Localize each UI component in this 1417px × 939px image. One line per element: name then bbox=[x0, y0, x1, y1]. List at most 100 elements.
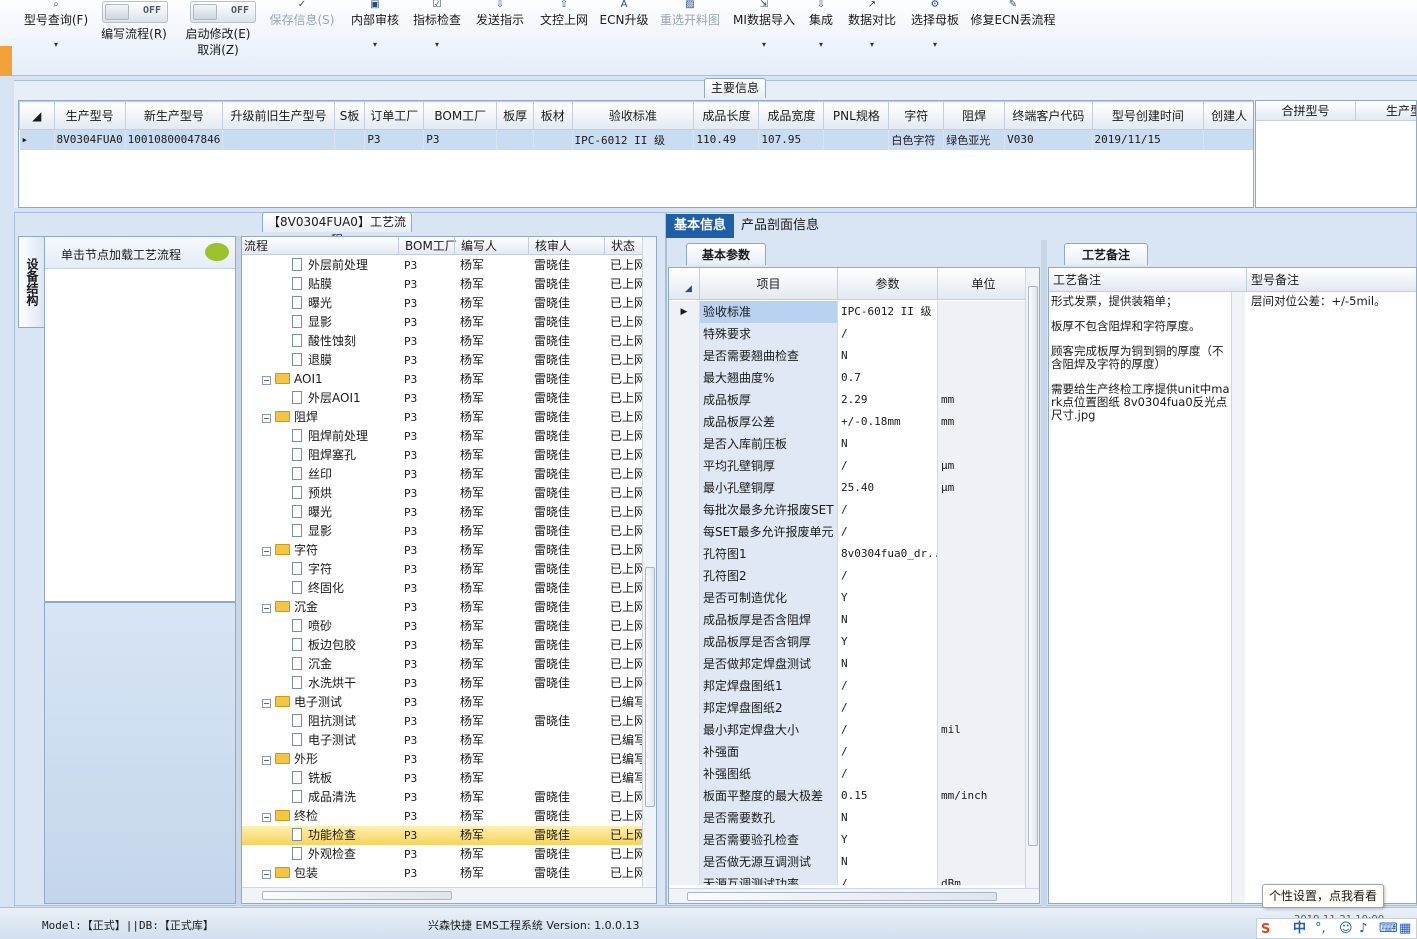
params-vertical-scrollbar[interactable] bbox=[1025, 268, 1039, 888]
table-cell[interactable]: IPC-6012 II 级 bbox=[572, 129, 695, 150]
doc-online-button[interactable]: ⇧ 文控上网 bbox=[536, 0, 592, 74]
param-row[interactable]: 特殊要求 / bbox=[669, 323, 1029, 345]
param-row[interactable]: 是否做无源互调测试 N bbox=[669, 851, 1029, 873]
column-header[interactable]: BOM工厂 bbox=[423, 101, 498, 130]
process-note-text[interactable]: 形式发票，提供装箱单； 板厚不包含阻焊和字符厚度。 顾客完成板厚为铜到铜的厚度（… bbox=[1051, 295, 1231, 422]
param-value[interactable]: / bbox=[837, 499, 937, 521]
tree-row[interactable]: 沉金 P3 杨军 雷晓佳 已上网 bbox=[242, 655, 642, 674]
chevron-down-icon[interactable]: ▾ bbox=[804, 40, 838, 50]
param-row[interactable]: 是否入库前压板 N bbox=[669, 433, 1029, 455]
param-row[interactable]: 无源互调测试功率 / dBm bbox=[669, 873, 1029, 885]
tree-row[interactable]: − 沉金 P3 杨军 雷晓佳 已上网 bbox=[242, 598, 642, 617]
param-row[interactable]: 是否做邦定焊盘测试 N bbox=[669, 653, 1029, 675]
tree-row[interactable]: − 电子测试 P3 杨军 已编写 bbox=[242, 693, 642, 712]
tree-row[interactable]: 退膜 P3 杨军 雷晓佳 已上网 bbox=[242, 351, 642, 370]
param-row[interactable]: 成品板厚是否含阻焊 N bbox=[669, 609, 1029, 631]
table-cell[interactable]: V030 bbox=[1004, 129, 1093, 150]
chevron-down-icon[interactable]: ▾ bbox=[18, 40, 94, 50]
device-tree-panel[interactable]: 单击节点加载工艺流程 bbox=[44, 236, 236, 602]
column-header[interactable]: 终端客户代码 bbox=[1004, 101, 1093, 130]
tree-row[interactable]: 阻焊前处理 P3 杨军 雷晓佳 已上网 bbox=[242, 427, 642, 446]
tree-row[interactable]: − 字符 P3 杨军 雷晓佳 已上网 bbox=[242, 541, 642, 560]
tree-row[interactable]: 预烘 P3 杨军 雷晓佳 已上网 bbox=[242, 484, 642, 503]
collapse-icon[interactable]: − bbox=[262, 870, 271, 879]
table-cell[interactable] bbox=[334, 129, 366, 150]
param-value[interactable]: / bbox=[837, 675, 937, 697]
merged-model-grid[interactable]: 合拼型号 生产型 bbox=[1255, 100, 1417, 208]
scroll-thumb[interactable] bbox=[687, 892, 997, 901]
param-value[interactable]: / bbox=[837, 565, 937, 587]
param-value[interactable]: Y bbox=[837, 829, 937, 851]
column-header[interactable]: 创建人 bbox=[1203, 101, 1253, 130]
param-row[interactable]: 最大翘曲度% 0.7 bbox=[669, 367, 1029, 389]
main-info-grid[interactable]: ◢ 生产型号 新生产型号 升级前旧生产型号 S板 订单工厂 BOM工厂 板厚 板材 验收标准 成品长… bbox=[18, 100, 1254, 208]
param-value[interactable]: / bbox=[837, 741, 937, 763]
table-cell[interactable]: 10010800047846 bbox=[125, 129, 224, 150]
param-value[interactable]: 8v0304fua0_dr... bbox=[837, 543, 937, 565]
tree-row[interactable]: 贴膜 P3 杨军 雷晓佳 已上网 bbox=[242, 275, 642, 294]
tree-row[interactable]: 显影 P3 杨军 雷晓佳 已上网 bbox=[242, 522, 642, 541]
column-header[interactable]: 型号创建时间 bbox=[1091, 101, 1205, 130]
ime-mode[interactable]: 中 bbox=[1293, 919, 1306, 938]
note-vertical-scrollbar[interactable] bbox=[1231, 292, 1245, 903]
flow-horizontal-scrollbar[interactable] bbox=[242, 887, 656, 903]
chevron-down-icon[interactable]: ▾ bbox=[410, 40, 464, 50]
param-value[interactable]: / bbox=[837, 323, 937, 345]
param-row[interactable]: 孔符图2/ bbox=[669, 565, 1029, 587]
param-value[interactable]: N bbox=[837, 807, 937, 829]
table-row[interactable]: ▸ 8V0304FUA0 10010800047846 P3 P3 IPC-6012 II… bbox=[19, 129, 1253, 150]
flow-vertical-scrollbar[interactable] bbox=[642, 237, 656, 887]
tab-basic-info[interactable]: 基本信息 bbox=[666, 214, 734, 238]
collapse-icon[interactable]: − bbox=[262, 376, 271, 385]
param-value[interactable]: +/-0.18mm bbox=[837, 411, 937, 433]
splitter-handle[interactable] bbox=[1041, 240, 1047, 906]
param-row[interactable]: 是否需要数孔 N bbox=[669, 807, 1029, 829]
column-header[interactable]: 生产型号 bbox=[53, 101, 126, 130]
collapse-icon[interactable]: − bbox=[262, 699, 271, 708]
param-value[interactable]: / bbox=[837, 873, 937, 885]
tree-row[interactable]: 铣板 P3 杨军 已编写 bbox=[242, 769, 642, 788]
tree-row[interactable]: 阻抗测试 P3 杨军 雷晓佳 已上网 bbox=[242, 712, 642, 731]
tree-row[interactable]: 喷砂 P3 杨军 雷晓佳 已上网 bbox=[242, 617, 642, 636]
collapse-icon[interactable]: − bbox=[262, 756, 271, 765]
param-row[interactable]: ▶ 验收标准 IPC-6012 II 级 bbox=[669, 301, 1029, 323]
save-info-button[interactable]: ✓ 保存信息(S) bbox=[266, 0, 338, 74]
column-header[interactable]: 板材 bbox=[532, 101, 573, 130]
param-value[interactable]: 2.29 bbox=[837, 389, 937, 411]
param-value[interactable]: / bbox=[837, 697, 937, 719]
param-row[interactable]: 最小孔壁铜厚 25.40 μm bbox=[669, 477, 1029, 499]
collapse-icon[interactable]: − bbox=[262, 813, 271, 822]
collapse-icon[interactable]: − bbox=[262, 604, 271, 613]
param-value[interactable]: N bbox=[837, 609, 937, 631]
param-value[interactable]: / bbox=[837, 763, 937, 785]
cancel-button[interactable]: 取消(Z) bbox=[180, 42, 256, 58]
param-row[interactable]: 每SET最多允许报废单元 / bbox=[669, 521, 1029, 543]
repair-ecn-flow-button[interactable]: ✎ 修复ECN丢流程 bbox=[970, 0, 1056, 74]
param-value[interactable]: N bbox=[837, 851, 937, 873]
tree-row[interactable]: 水洗烘干 P3 杨军 雷晓佳 已上网 bbox=[242, 674, 642, 693]
table-cell[interactable]: P3 bbox=[364, 129, 425, 150]
param-row[interactable]: 补强图纸 / bbox=[669, 763, 1029, 785]
tree-row[interactable]: 曝光 P3 杨军 雷晓佳 已上网 bbox=[242, 294, 642, 313]
param-value[interactable]: Y bbox=[837, 587, 937, 609]
tree-row[interactable]: − 包装 P3 杨军 雷晓佳 已上网 bbox=[242, 864, 642, 883]
param-value[interactable]: IPC-6012 II 级 bbox=[837, 301, 937, 323]
tab-product-profile[interactable]: 产品剖面信息 bbox=[738, 214, 822, 238]
internal-review-button[interactable]: ▣ 内部审核 ▾ bbox=[348, 0, 402, 74]
scroll-thumb[interactable] bbox=[1028, 286, 1038, 846]
mic-icon[interactable]: ♪ bbox=[1359, 919, 1367, 938]
column-header[interactable]: PNL规格 bbox=[823, 101, 890, 130]
chevron-down-icon[interactable]: ▾ bbox=[844, 40, 900, 50]
tree-row[interactable]: − 外形 P3 杨军 已编写 bbox=[242, 750, 642, 769]
column-header[interactable]: 阻焊 bbox=[943, 101, 1006, 130]
tree-row[interactable]: 显影 P3 杨军 雷晓佳 已上网 bbox=[242, 313, 642, 332]
data-compare-button[interactable]: ↗ 数据对比 ▾ bbox=[844, 0, 900, 74]
param-row[interactable]: 孔符图1 8v0304fua0_dr... bbox=[669, 543, 1029, 565]
send-instruction-button[interactable]: ⇩ 发送指示 bbox=[472, 0, 528, 74]
index-check-button[interactable]: ☑ 指标检查 ▾ bbox=[410, 0, 464, 74]
model-query-button[interactable]: ⌕ 型号查询(F) ▾ bbox=[18, 0, 94, 74]
punctuation-icon[interactable]: °, bbox=[1315, 919, 1326, 938]
tree-row[interactable]: − AOI1 P3 杨军 雷晓佳 已上网 bbox=[242, 370, 642, 389]
table-cell[interactable]: P3 bbox=[423, 129, 498, 150]
flow-tree-grid[interactable]: 流程 BOM工厂 编写人 核审人 状态 外层前处理P3杨军雷晓佳已上网贴膜P3杨… bbox=[241, 236, 657, 904]
